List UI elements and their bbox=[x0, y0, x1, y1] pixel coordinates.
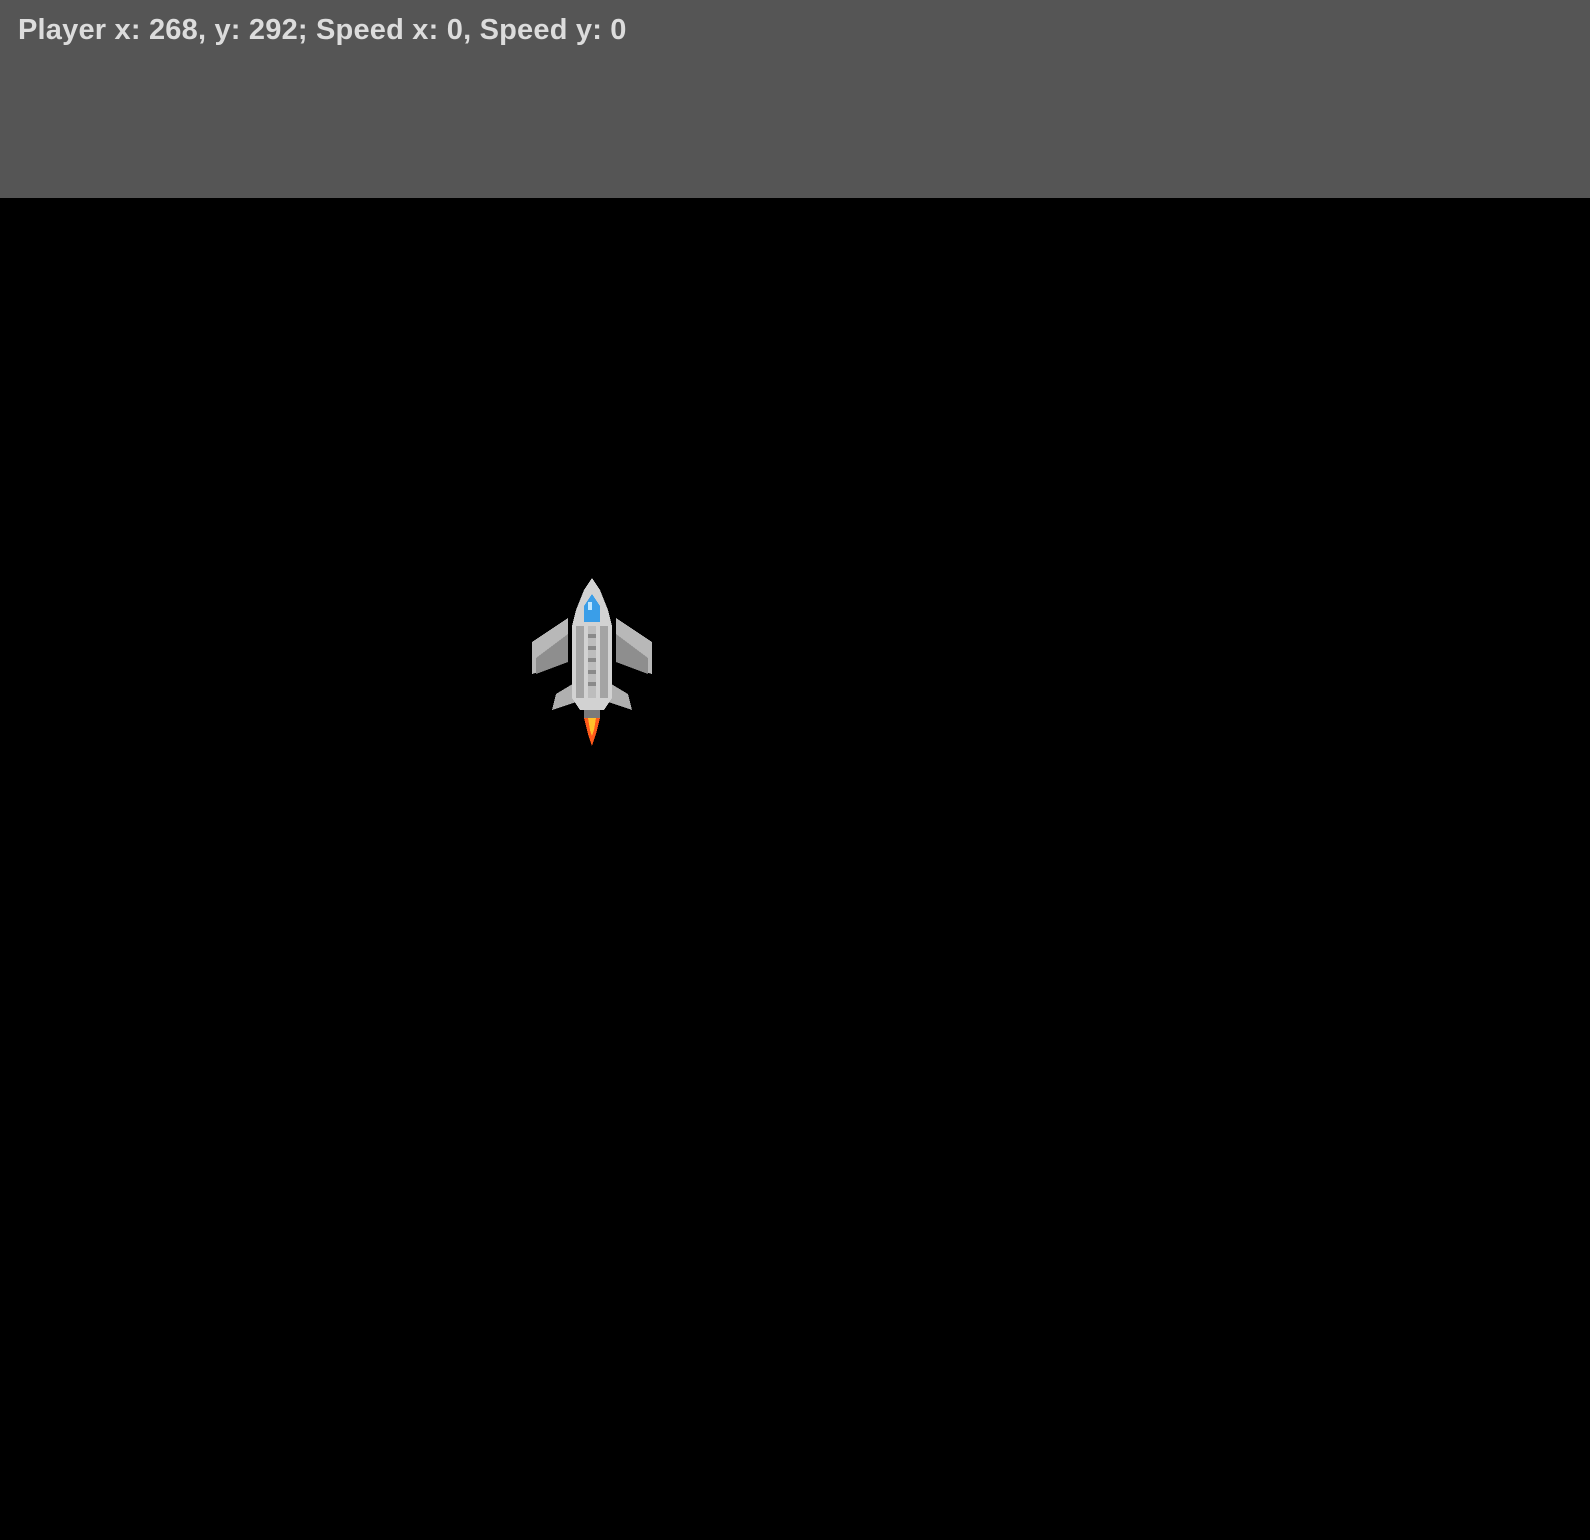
fighter-jet-sprite-icon bbox=[532, 578, 652, 746]
game-playfield bbox=[0, 198, 1590, 1540]
player-ship bbox=[528, 578, 656, 746]
player-status-text: Player x: 268, y: 292; Speed x: 0, Speed… bbox=[18, 14, 627, 46]
hud-bar: Player x: 268, y: 292; Speed x: 0, Speed… bbox=[0, 0, 1590, 198]
